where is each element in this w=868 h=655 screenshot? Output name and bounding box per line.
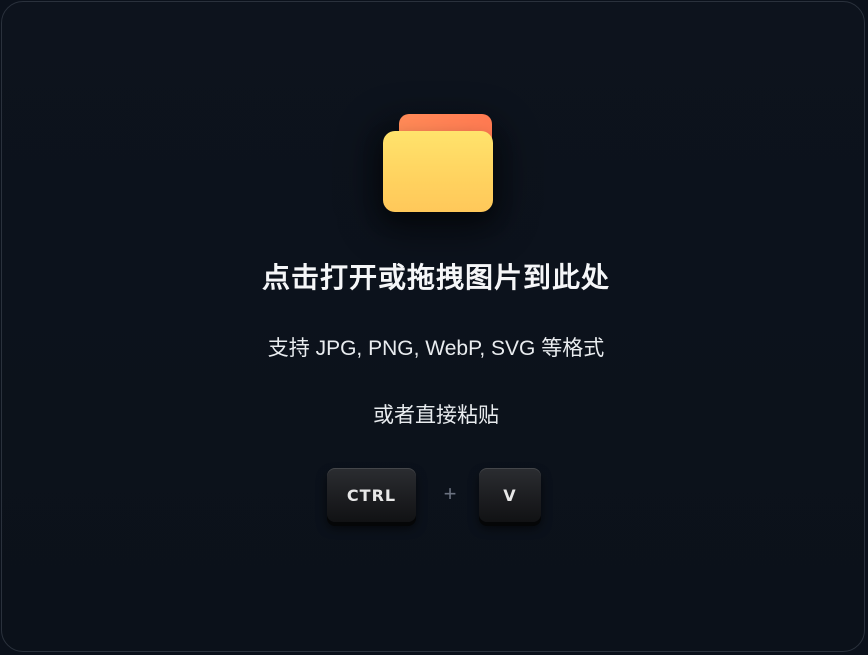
image-dropzone[interactable]: 点击打开或拖拽图片到此处 支持 JPG, PNG, WebP, SVG 等格式 …: [1, 1, 865, 652]
paste-hint-text: 或者直接粘贴: [373, 404, 499, 427]
supported-formats-text: 支持 JPG, PNG, WebP, SVG 等格式: [267, 337, 605, 360]
plus-separator: +: [443, 481, 457, 506]
folder-body: [383, 131, 493, 212]
v-key: V: [479, 468, 541, 522]
dropzone-title: 点击打开或拖拽图片到此处: [261, 262, 610, 293]
ctrl-key: CTRL: [327, 468, 416, 522]
folder-icon: [373, 114, 503, 232]
